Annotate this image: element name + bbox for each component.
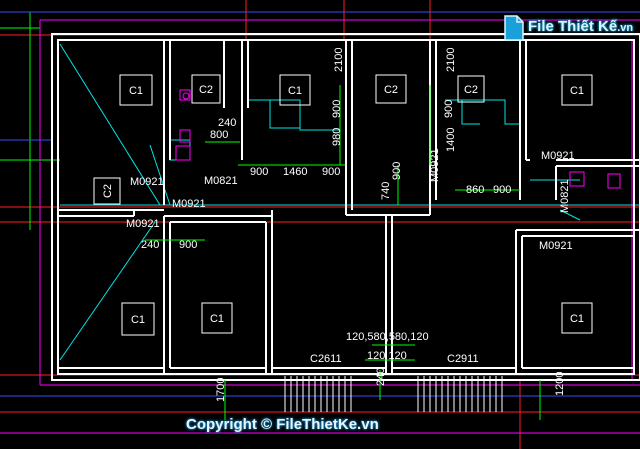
cad-floor-plan: C1 C2 C1 C2 C2 C1 C2 C1 C1 C1 M0821 M092…	[0, 0, 640, 449]
room-label-c2-left-wall: C2	[102, 184, 114, 198]
dim-900-v2: 900	[443, 100, 455, 118]
logo-suffix: .vn	[617, 22, 634, 34]
logo-icon	[504, 15, 524, 41]
logo-name: File Thiết Kế	[528, 18, 618, 35]
door-label-m0921-right-top: M0921	[541, 150, 575, 162]
dim-900-a: 900	[250, 166, 268, 178]
dim-860: 860	[466, 184, 484, 196]
dim-980: 980	[331, 128, 343, 146]
dim-740: 740	[380, 182, 392, 200]
dim-900-v: 900	[331, 100, 343, 118]
room-label-c1-bottom-right: C1	[570, 313, 584, 325]
dim-900-c: 900	[493, 184, 511, 196]
dim-240-a: 240	[218, 117, 236, 129]
dim-800: 800	[210, 129, 228, 141]
room-label-c1-top-mid: C1	[288, 85, 302, 97]
dim-1200: 1200	[554, 372, 566, 396]
axis-lines	[0, 0, 640, 449]
dim-900-d: 900	[179, 239, 197, 251]
dimension-labels: 240 800 900 1460 900 2100 900 980 2100 9…	[141, 48, 566, 402]
room-label-c2-top-right: C2	[384, 84, 398, 96]
room-label-c2-stair-right: C2	[464, 84, 478, 96]
dim-1700: 1700	[215, 378, 227, 402]
door-label-m0921-left: M0921	[130, 176, 164, 188]
cyan-lines	[59, 43, 640, 361]
dim-2100-b: 2100	[445, 48, 457, 72]
door-label-m0821-right: M0821	[559, 179, 571, 213]
door-label-m0921-left-lower: M0921	[172, 198, 206, 210]
window-label-c2611: C2611	[310, 353, 342, 365]
dim-120-120: 120 120	[367, 350, 407, 362]
room-label-c1-top-far-right: C1	[570, 85, 584, 97]
dim-1400: 1400	[445, 128, 457, 152]
door-label-m0921-center: M0921	[429, 148, 441, 182]
stair-treads	[284, 376, 503, 412]
room-label-c1-bottom-mid-left: C1	[210, 313, 224, 325]
copyright-watermark: Copyright © FileThietKe.vn	[186, 416, 379, 433]
dim-240-b: 240	[141, 239, 159, 251]
door-label-m0921-right-bottom: M0921	[539, 240, 573, 252]
room-label-c1-top-left: C1	[129, 85, 143, 97]
dim-2100-a: 2100	[333, 48, 345, 72]
door-label-m0921-bottom-left: M0921	[126, 218, 160, 230]
dim-120-580-580-120: 120,580,580,120	[346, 331, 429, 343]
door-label-m0821-wc: M0821	[204, 175, 238, 187]
room-label-c1-bottom-left: C1	[131, 314, 145, 326]
dim-240-v: 240	[375, 368, 387, 386]
dim-900-b: 900	[322, 166, 340, 178]
room-label-c2-top-wc: C2	[199, 84, 213, 96]
door-labels: M0821 M0921 M0921 M0921 M0921 M0921 M082…	[126, 148, 575, 252]
logo-text: File Thiết Kế.vn	[528, 18, 633, 35]
dim-1460: 1460	[283, 166, 307, 178]
dim-900-v3: 900	[391, 162, 403, 180]
window-label-c2911: C2911	[447, 353, 479, 365]
